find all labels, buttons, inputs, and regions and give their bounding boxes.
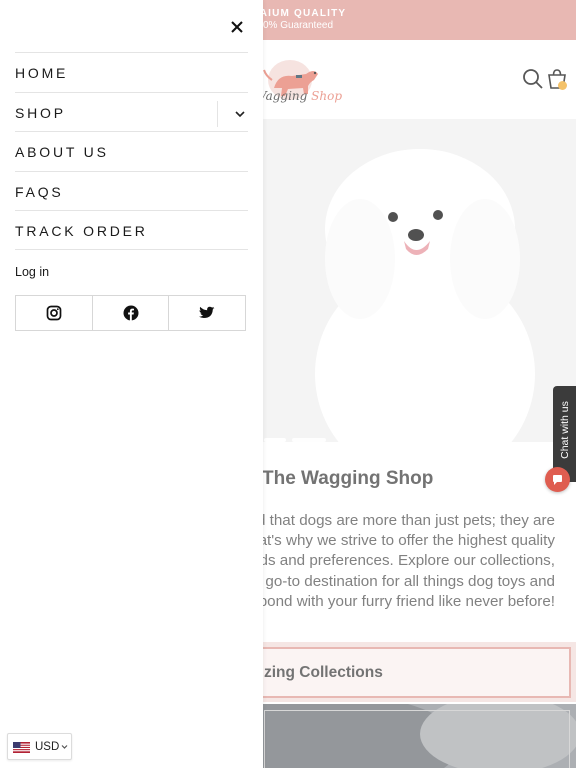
- close-icon[interactable]: [225, 15, 249, 39]
- nav-item-home[interactable]: HOME: [15, 52, 248, 91]
- social-links: [15, 295, 246, 331]
- facebook-link[interactable]: [91, 296, 169, 330]
- instagram-icon: [46, 305, 62, 321]
- twitter-link[interactable]: [168, 296, 245, 330]
- chevron-down-icon: [61, 745, 68, 749]
- twitter-icon: [199, 306, 215, 318]
- nav-item-label: ABOUT US: [15, 144, 109, 160]
- facebook-icon: [123, 305, 138, 321]
- nav-item-shop[interactable]: SHOP: [15, 92, 248, 131]
- nav-item-faqs[interactable]: FAQS: [15, 171, 248, 210]
- nav-item-label: TRACK ORDER: [15, 223, 148, 239]
- nav-item-label: FAQS: [15, 184, 64, 200]
- login-link[interactable]: Log in: [15, 265, 49, 279]
- nav-item-label: HOME: [15, 65, 69, 81]
- nav-item-label: SHOP: [15, 105, 66, 121]
- chevron-down-icon[interactable]: [229, 105, 251, 123]
- currency-selector[interactable]: USD: [7, 733, 72, 760]
- mobile-nav-drawer: HOME SHOP ABOUT US FAQS TRACK ORDER Log …: [0, 0, 263, 768]
- us-flag-icon: [13, 742, 30, 753]
- instagram-link[interactable]: [16, 296, 92, 330]
- nav-item-about-us[interactable]: ABOUT US: [15, 131, 248, 170]
- nav-item-track-order[interactable]: TRACK ORDER: [15, 210, 248, 249]
- divider: [15, 249, 248, 250]
- divider: [217, 101, 218, 127]
- currency-code: USD: [35, 741, 60, 753]
